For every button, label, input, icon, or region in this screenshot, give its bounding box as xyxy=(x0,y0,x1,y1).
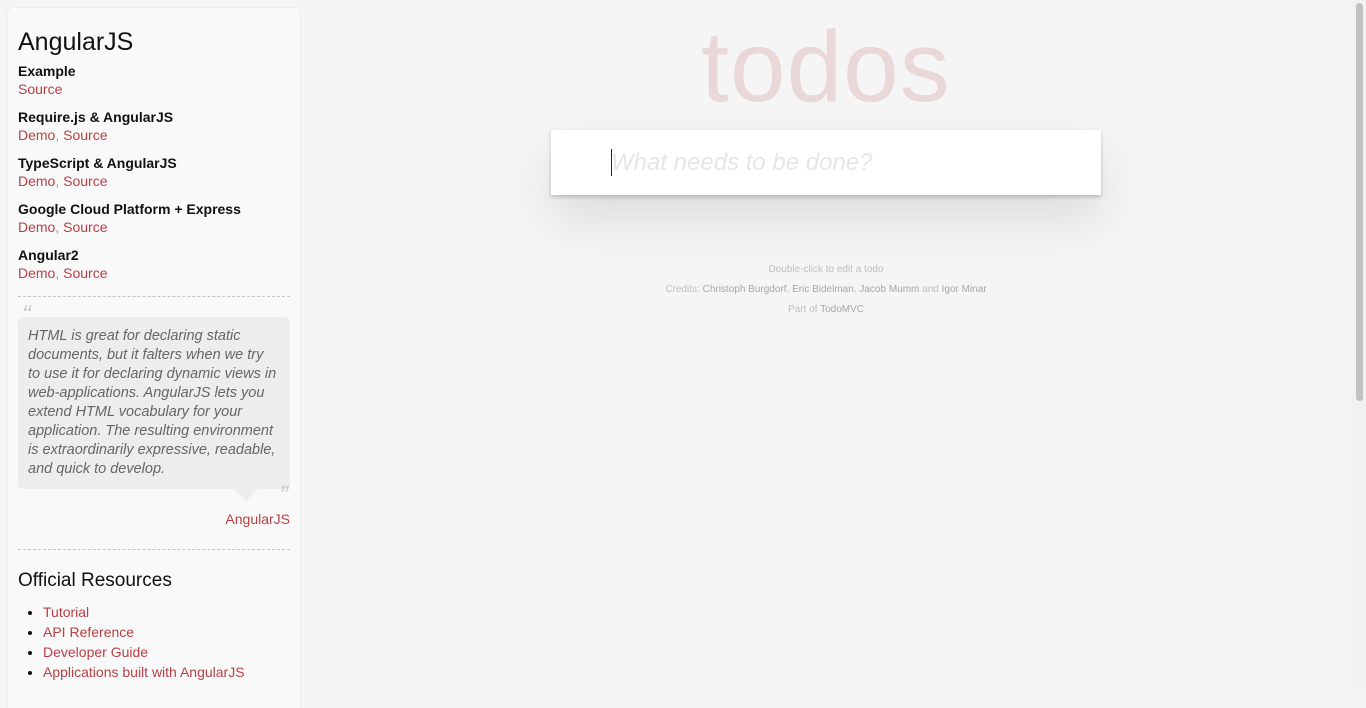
credit-link[interactable]: Christoph Burgdorf xyxy=(703,284,787,295)
example-name: Example xyxy=(18,63,76,79)
close-quote-icon: ” xyxy=(279,480,288,510)
example-links: Demo, Source xyxy=(18,172,290,190)
credit-link[interactable]: Jacob Mumm xyxy=(859,284,919,295)
quote: “ HTML is great for declaring static doc… xyxy=(18,301,290,508)
example-source-link[interactable]: Source xyxy=(18,81,62,97)
todomvc-link[interactable]: TodoMVC xyxy=(820,304,864,315)
example-item: Example Source xyxy=(18,62,290,98)
example-item: Angular2 Demo, Source xyxy=(18,246,290,282)
example-demo-link[interactable]: Demo xyxy=(18,127,55,143)
part-of-label: Part of xyxy=(788,304,818,315)
example-demo-link[interactable]: Demo xyxy=(18,265,55,281)
todo-app: todos Double-click to edit a todo Credit… xyxy=(300,0,1352,689)
new-todo-input[interactable] xyxy=(611,130,1091,195)
example-name: TypeScript & AngularJS xyxy=(18,155,177,171)
list-item: Applications built with AngularJS xyxy=(43,662,290,682)
credit-separator: , xyxy=(853,284,857,295)
example-demo-link[interactable]: Demo xyxy=(18,173,55,189)
example-links: Demo, Source xyxy=(18,218,290,236)
credit-and: and xyxy=(922,284,939,295)
info-footer: Double-click to edit a todo Credits: Chr… xyxy=(300,260,1352,320)
example-demo-link[interactable]: Demo xyxy=(18,219,55,235)
link-separator: , xyxy=(55,127,60,143)
example-source-link[interactable]: Source xyxy=(63,265,107,281)
example-source-link[interactable]: Source xyxy=(63,173,107,189)
part-of: Part of TodoMVC xyxy=(300,300,1352,320)
resource-link-api-reference[interactable]: API Reference xyxy=(43,624,134,640)
credit-link[interactable]: Igor Minar xyxy=(942,284,987,295)
credits: Credits: Christoph Burgdorf, Eric Bidelm… xyxy=(300,280,1352,300)
resource-link-applications[interactable]: Applications built with AngularJS xyxy=(43,664,245,680)
list-item: Tutorial xyxy=(43,602,290,622)
link-separator: , xyxy=(55,265,60,281)
example-name: Google Cloud Platform + Express xyxy=(18,201,241,217)
example-source-link[interactable]: Source xyxy=(63,127,107,143)
app-title: todos xyxy=(701,11,951,123)
example-name: Angular2 xyxy=(18,247,79,263)
example-links: Source xyxy=(18,80,290,98)
credits-label: Credits: xyxy=(665,284,700,295)
link-separator: , xyxy=(55,173,60,189)
credit-separator: , xyxy=(786,284,790,295)
quote-source-link[interactable]: AngularJS xyxy=(225,511,290,527)
example-source-link[interactable]: Source xyxy=(63,219,107,235)
text-caret xyxy=(611,149,612,176)
new-todo-container xyxy=(551,130,1101,195)
divider xyxy=(18,296,290,297)
sidebar-title: AngularJS xyxy=(18,28,134,56)
example-item: TypeScript & AngularJS Demo, Source xyxy=(18,154,290,190)
quote-footer: AngularJS xyxy=(18,511,290,527)
resources-list: Tutorial API Reference Developer Guide A… xyxy=(18,602,290,682)
divider xyxy=(18,549,290,550)
credit-link[interactable]: Eric Bidelman xyxy=(792,284,854,295)
sidebar: AngularJS Example Source Require.js & An… xyxy=(8,8,300,708)
list-item: Developer Guide xyxy=(43,642,290,662)
example-name: Require.js & AngularJS xyxy=(18,109,174,125)
edit-hint: Double-click to edit a todo xyxy=(768,264,884,275)
list-item: API Reference xyxy=(43,622,290,642)
example-item: Require.js & AngularJS Demo, Source xyxy=(18,108,290,144)
scrollbar[interactable] xyxy=(1352,0,1366,689)
scrollbar-thumb[interactable] xyxy=(1356,3,1363,401)
resources-title: Official Resources xyxy=(18,570,172,591)
quote-tail xyxy=(234,489,258,501)
quote-text: HTML is great for declaring static docum… xyxy=(28,328,277,477)
example-item: Google Cloud Platform + Express Demo, So… xyxy=(18,200,290,236)
link-separator: , xyxy=(55,219,60,235)
resource-link-developer-guide[interactable]: Developer Guide xyxy=(43,644,148,660)
open-quote-icon: “ xyxy=(22,299,31,329)
resource-link-tutorial[interactable]: Tutorial xyxy=(43,604,89,620)
example-links: Demo, Source xyxy=(18,126,290,144)
example-links: Demo, Source xyxy=(18,264,290,282)
